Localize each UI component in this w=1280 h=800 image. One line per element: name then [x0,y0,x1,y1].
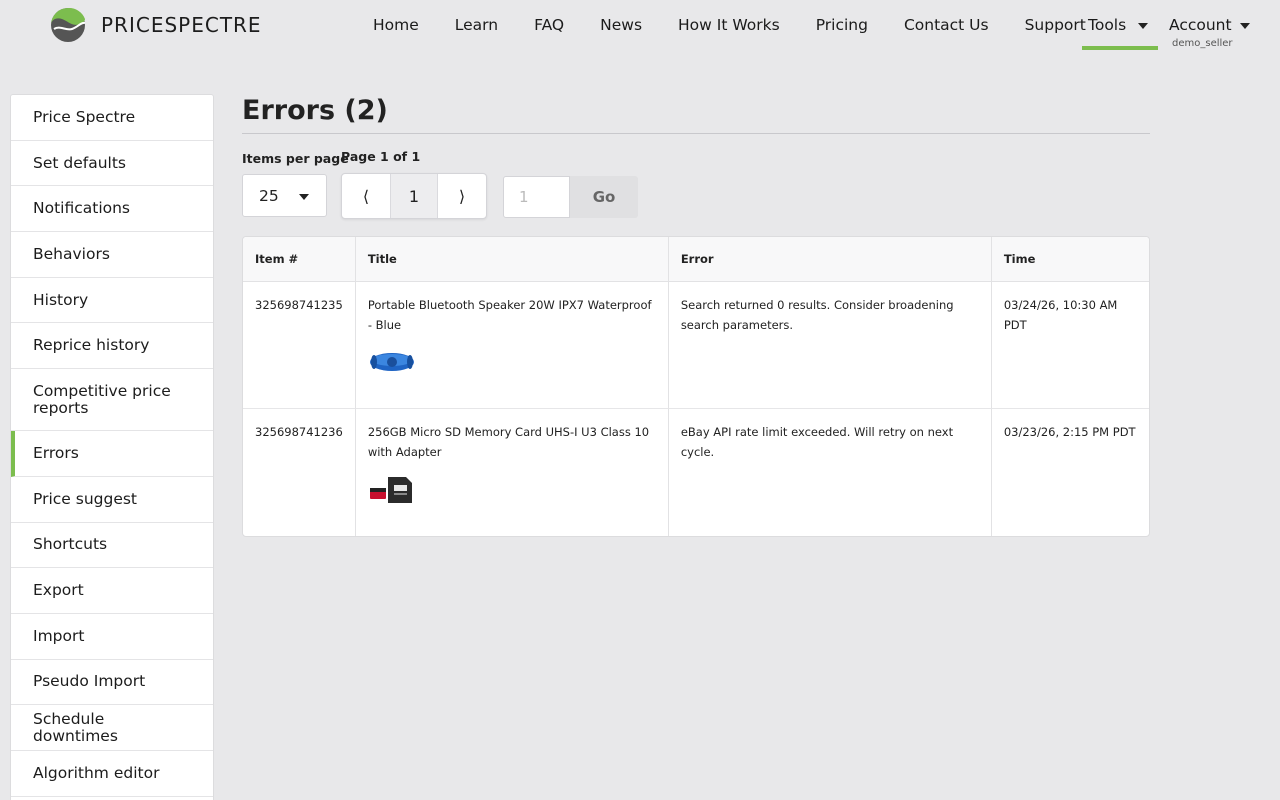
go-button[interactable]: Go [570,176,638,218]
error-message: eBay API rate limit exceeded. Will retry… [667,409,991,536]
item-title-cell: 256GB Micro SD Memory Card UHS-I U3 Clas… [354,409,668,536]
errors-table: Item # Title Error Time 325698741235 Por… [242,236,1150,537]
caret-down-icon [1138,23,1148,29]
error-time: 03/23/26, 2:15 PM PDT [990,409,1149,536]
main-nav-links: Home Learn FAQ News How It Works Pricing… [355,0,1104,50]
error-time: 03/24/26, 10:30 AM PDT [990,282,1149,409]
pricespectre-logo-icon [51,7,86,42]
table-row: 325698741235 Portable Bluetooth Speaker … [243,282,1149,409]
prev-page-button[interactable]: ⟨ [342,174,390,218]
caret-down-icon [1240,23,1250,29]
item-number[interactable]: 325698741235 [243,282,355,409]
nav-learn[interactable]: Learn [437,0,516,50]
sidebar-menu: Price Spectre Set defaults Notifications… [10,94,214,800]
sidebar-item-price-spectre[interactable]: Price Spectre [11,95,213,141]
page-status: Page 1 of 1 [341,149,421,164]
pagination-controls: Items per page Page 1 of 1 25 ⟨ 1 ⟩ Go [242,149,1150,220]
sidebar-item-notifications[interactable]: Notifications [11,186,213,233]
sidebar-item-price-suggest[interactable]: Price suggest [11,477,213,523]
sidebar-item-history[interactable]: History [11,278,213,324]
column-header-error[interactable]: Error [667,237,991,282]
sidebar-item-competitive-price-reports[interactable]: Competitive price reports [11,369,213,432]
brand-logo[interactable]: PRICESPECTRE [50,7,262,43]
speaker-thumbnail-icon[interactable] [368,347,416,377]
account-label: Account [1169,16,1232,34]
column-header-title[interactable]: Title [354,237,668,282]
column-header-item[interactable]: Item # [243,237,355,282]
sidebar-item-export[interactable]: Export [11,568,213,614]
items-per-page-label: Items per page [242,151,349,166]
sdcard-thumbnail-icon[interactable] [368,474,416,504]
table-header-row: Item # Title Error Time [243,237,1149,282]
current-page: 1 [390,174,438,218]
nav-news[interactable]: News [582,0,660,50]
nav-pricing[interactable]: Pricing [798,0,886,50]
items-per-page-select[interactable]: 25 [242,174,327,217]
nav-contact-us[interactable]: Contact Us [886,0,1007,50]
pager: ⟨ 1 ⟩ [341,173,487,219]
items-per-page-value: 25 [259,187,279,205]
item-title-link[interactable]: Portable Bluetooth Speaker 20W IPX7 Wate… [368,298,652,332]
sidebar-item-algorithm-editor[interactable]: Algorithm editor [11,751,213,797]
sidebar-item-shortcuts[interactable]: Shortcuts [11,523,213,569]
sidebar-item-errors[interactable]: Errors [11,431,213,477]
sidebar-item-set-defaults[interactable]: Set defaults [11,141,213,187]
item-title-cell: Portable Bluetooth Speaker 20W IPX7 Wate… [354,282,668,409]
top-navigation: PRICESPECTRE Home Learn FAQ News How It … [0,0,1280,50]
nav-tools-dropdown[interactable]: Tools [1082,0,1158,50]
sidebar-item-behaviors[interactable]: Behaviors [11,232,213,278]
caret-down-icon [299,194,309,200]
error-message: Search returned 0 results. Consider broa… [667,282,991,409]
column-header-time[interactable]: Time [990,237,1149,282]
item-title-link[interactable]: 256GB Micro SD Memory Card UHS-I U3 Clas… [368,425,649,459]
nav-account-dropdown[interactable]: Account demo_seller [1165,0,1265,50]
item-number[interactable]: 325698741236 [243,409,355,536]
account-username: demo_seller [1172,38,1233,49]
sidebar-item-import[interactable]: Import [11,614,213,660]
sidebar-item-reprice-history[interactable]: Reprice history [11,323,213,370]
tools-label: Tools [1088,16,1127,34]
nav-faq[interactable]: FAQ [516,0,582,50]
table-row: 325698741236 256GB Micro SD Memory Card … [243,409,1149,536]
page-title: Errors (2) [242,92,1150,134]
nav-how-it-works[interactable]: How It Works [660,0,798,50]
nav-home[interactable]: Home [355,0,437,50]
sidebar-item-pseudo-import[interactable]: Pseudo Import [11,660,213,706]
brand-name: PRICESPECTRE [101,13,262,37]
main-content: Errors (2) Items per page Page 1 of 1 25… [242,92,1150,537]
next-page-button[interactable]: ⟩ [438,174,486,218]
goto-page-input[interactable] [503,176,570,218]
sidebar-item-schedule-downtimes[interactable]: Schedule downtimes [11,705,213,751]
